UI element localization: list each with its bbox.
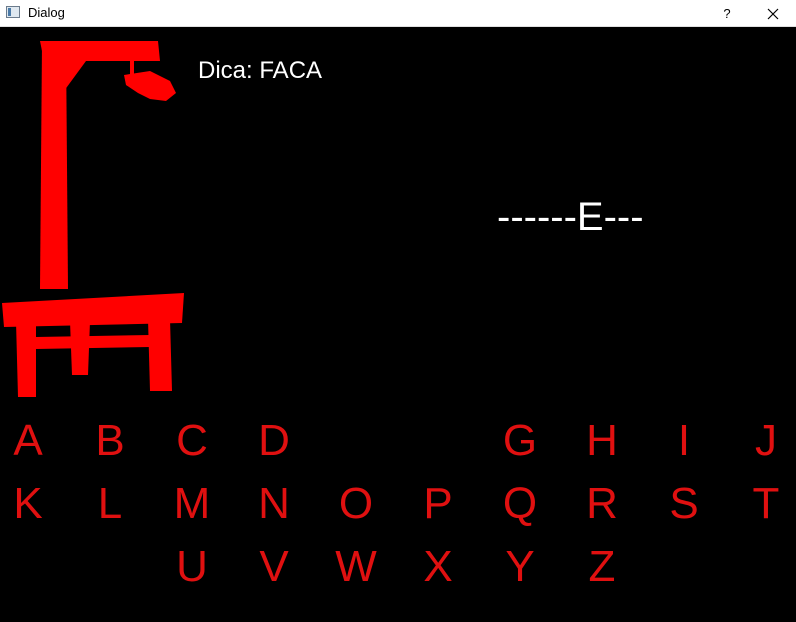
close-button[interactable] <box>750 0 796 27</box>
letter-button-z[interactable]: Z <box>572 542 632 592</box>
letter-button-m[interactable]: M <box>162 479 222 529</box>
letter-button-a[interactable]: A <box>0 416 58 466</box>
letter-button-b[interactable]: B <box>80 416 140 466</box>
close-icon <box>767 8 779 19</box>
letter-button-c[interactable]: C <box>162 416 222 466</box>
letter-button-s[interactable]: S <box>654 479 714 529</box>
letter-button-y[interactable]: Y <box>490 542 550 592</box>
window-icon <box>6 6 20 18</box>
letter-button-p[interactable]: P <box>408 479 468 529</box>
letter-button-l[interactable]: L <box>80 479 140 529</box>
letter-button-u[interactable]: U <box>162 542 222 592</box>
letter-button-g[interactable]: G <box>490 416 550 466</box>
letter-button-v[interactable]: V <box>244 542 304 592</box>
letter-button-x[interactable]: X <box>408 542 468 592</box>
letter-button-i[interactable]: I <box>654 416 714 466</box>
letter-button-w[interactable]: W <box>326 542 386 592</box>
letter-button-h[interactable]: H <box>572 416 632 466</box>
title-bar: Dialog ? <box>0 0 796 27</box>
letter-button-o[interactable]: O <box>326 479 386 529</box>
window-title: Dialog <box>28 5 65 20</box>
hint-label: Dica: FACA <box>198 57 323 84</box>
letter-button-t[interactable]: T <box>736 479 796 529</box>
letter-button-j[interactable]: J <box>736 416 796 466</box>
word-display: ------E--- <box>497 195 644 239</box>
gallows-image <box>2 41 184 397</box>
letter-button-d[interactable]: D <box>244 416 304 466</box>
letter-button-k[interactable]: K <box>0 479 58 529</box>
letter-button-r[interactable]: R <box>572 479 632 529</box>
game-canvas: Dica: FACA ------E--- A B C D G H I J K … <box>0 27 796 622</box>
help-button[interactable]: ? <box>704 0 750 27</box>
letter-button-n[interactable]: N <box>244 479 304 529</box>
letter-button-q[interactable]: Q <box>490 479 550 529</box>
